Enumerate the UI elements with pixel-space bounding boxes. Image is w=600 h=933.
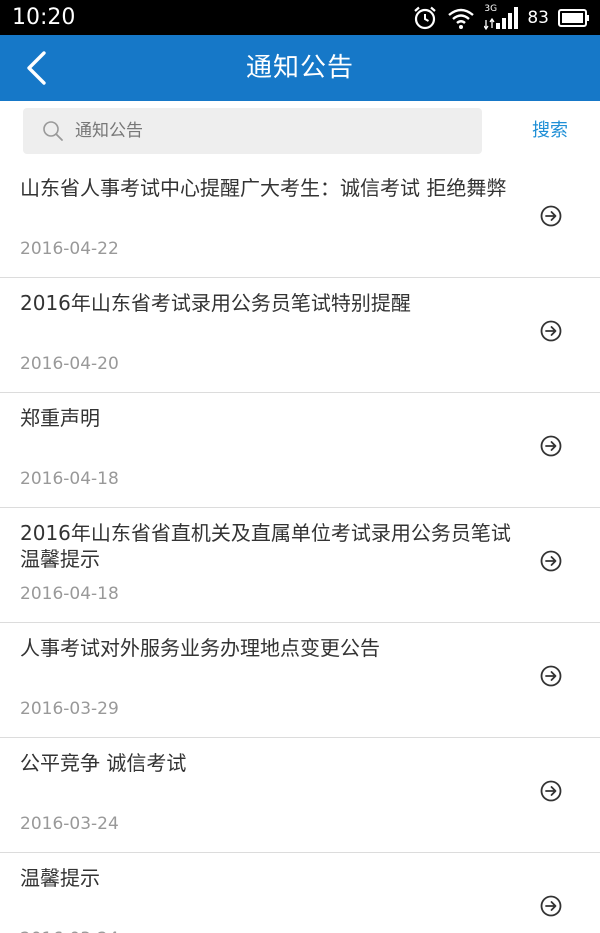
notice-date: 2016-03-24 [20, 814, 119, 834]
search-input[interactable] [75, 121, 435, 141]
status-bar: 10:20 3G 83 [0, 0, 600, 35]
notice-title: 温馨提示 [20, 866, 100, 890]
arrow-right-circle-icon [540, 205, 562, 227]
signal-icon: 3G [484, 4, 519, 30]
arrow-right-circle-icon [540, 435, 562, 457]
notice-date: 2016-04-18 [20, 469, 119, 489]
notice-date: 2016-04-22 [20, 239, 119, 259]
arrow-right-circle-icon [540, 320, 562, 342]
notice-screen: 10:20 3G 83 通知公告 通知公告 搜索 山东省人事考试中心提醒广大考生… [0, 0, 600, 933]
notice-date: 2016-04-20 [20, 354, 119, 374]
alarm-icon [412, 5, 438, 31]
arrow-right-circle-icon [540, 780, 562, 802]
list-item[interactable]: 山东省人事考试中心提醒广大考生：诚信考试 拒绝舞弊 2016-04-22 [0, 163, 600, 278]
notice-date: 2016-03-24 [20, 927, 119, 933]
battery-icon [558, 8, 590, 28]
list-item[interactable]: 2016年山东省省直机关及直属单位考试录用公务员笔试温馨提示 2016-04-1… [0, 508, 600, 623]
list-item[interactable]: 温馨提示 2016-03-24 [0, 853, 600, 933]
list-item[interactable]: 郑重声明 2016-04-18 [0, 393, 600, 508]
notice-title: 2016年山东省考试录用公务员笔试特别提醒 [20, 291, 411, 315]
notice-title: 公平竞争 诚信考试 [20, 751, 187, 775]
notice-date: 2016-04-18 [20, 584, 119, 604]
chevron-left-icon [27, 51, 46, 85]
search-icon [43, 121, 63, 141]
notice-title: 2016年山东省省直机关及直属单位考试录用公务员笔试温馨提示 [20, 521, 511, 571]
list-item[interactable]: 公平竞争 诚信考试 2016-03-24 [0, 738, 600, 853]
wifi-icon [447, 6, 475, 30]
back-button[interactable] [16, 47, 56, 89]
search-row: 搜索 [0, 101, 600, 163]
list-item[interactable]: 人事考试对外服务业务办理地点变更公告 2016-03-29 [0, 623, 600, 738]
arrow-right-circle-icon [540, 895, 562, 917]
status-time: 10:20 [12, 5, 76, 30]
notice-title: 郑重声明 [20, 406, 100, 430]
search-button[interactable]: 搜索 [520, 108, 580, 154]
arrow-right-circle-icon [540, 665, 562, 687]
title-bar: 通知公告 [0, 35, 600, 101]
page-title: 通知公告 [245, 53, 354, 83]
status-icons: 3G 83 [412, 4, 590, 32]
search-box[interactable] [23, 108, 482, 154]
battery-level: 83 [527, 8, 549, 28]
notice-title: 山东省人事考试中心提醒广大考生：诚信考试 拒绝舞弊 [20, 176, 507, 200]
arrow-right-circle-icon [540, 550, 562, 572]
notice-date: 2016-03-29 [20, 699, 119, 719]
notice-list: 山东省人事考试中心提醒广大考生：诚信考试 拒绝舞弊 2016-04-22 201… [0, 163, 600, 933]
notice-title: 人事考试对外服务业务办理地点变更公告 [20, 636, 380, 660]
list-item[interactable]: 2016年山东省考试录用公务员笔试特别提醒 2016-04-20 [0, 278, 600, 393]
